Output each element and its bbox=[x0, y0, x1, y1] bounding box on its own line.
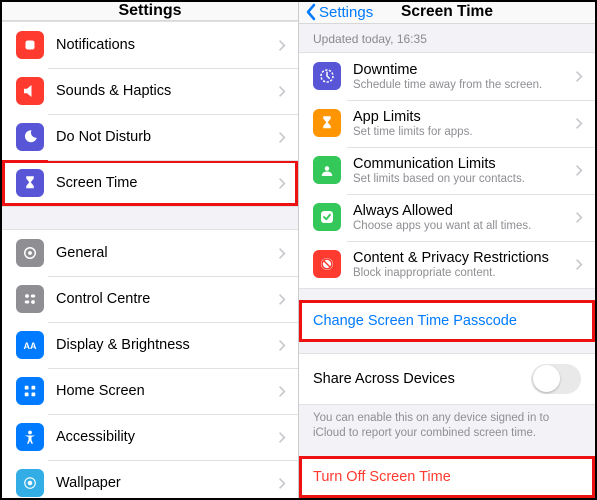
share-across-devices-label: Share Across Devices bbox=[313, 371, 531, 387]
hourglass-icon bbox=[16, 169, 44, 197]
notifications-icon bbox=[16, 31, 44, 59]
restrict-icon bbox=[313, 250, 341, 278]
screentime-row-content-privacy-restrictions[interactable]: Content & Privacy RestrictionsBlock inap… bbox=[299, 241, 595, 288]
share-across-devices-toggle[interactable] bbox=[531, 364, 581, 394]
settings-row-label: General bbox=[56, 245, 270, 261]
screentime-row-sub: Choose apps you want at all times. bbox=[353, 220, 567, 232]
share-across-devices-row: Share Across Devices bbox=[299, 353, 595, 405]
screentime-row-sub: Block inappropriate content. bbox=[353, 267, 567, 279]
screentime-row-sub: Schedule time away from the screen. bbox=[353, 79, 567, 91]
change-passcode-button[interactable]: Change Screen Time Passcode bbox=[299, 300, 595, 342]
settings-row-sounds-haptics[interactable]: Sounds & Haptics bbox=[2, 68, 298, 114]
screentime-row-always-allowed[interactable]: Always AllowedChoose apps you want at al… bbox=[299, 194, 595, 241]
screentime-row-label: Content & Privacy Restrictions bbox=[353, 250, 567, 266]
gear-icon bbox=[16, 239, 44, 267]
settings-row-home-screen[interactable]: Home Screen bbox=[2, 368, 298, 414]
screentime-row-label: App Limits bbox=[353, 109, 567, 125]
settings-row-label: Do Not Disturb bbox=[56, 129, 270, 145]
settings-row-label: Wallpaper bbox=[56, 475, 270, 491]
screentime-row-label: Downtime bbox=[353, 62, 567, 78]
screentime-row-sub: Set time limits for apps. bbox=[353, 126, 567, 138]
screentime-row-communication-limits[interactable]: Communication LimitsSet limits based on … bbox=[299, 147, 595, 194]
svg-text:AA: AA bbox=[24, 341, 37, 351]
settings-row-accessibility[interactable]: Accessibility bbox=[2, 414, 298, 460]
turn-off-label: Turn Off Screen Time bbox=[313, 469, 451, 485]
change-passcode-label: Change Screen Time Passcode bbox=[313, 313, 517, 329]
control-icon bbox=[16, 285, 44, 313]
back-label: Settings bbox=[319, 4, 373, 21]
settings-row-label: Display & Brightness bbox=[56, 337, 270, 353]
display-icon: AA bbox=[16, 331, 44, 359]
home-icon bbox=[16, 377, 44, 405]
accessibility-icon bbox=[16, 423, 44, 451]
screentime-row-app-limits[interactable]: App LimitsSet time limits for apps. bbox=[299, 100, 595, 147]
settings-row-label: Accessibility bbox=[56, 429, 270, 445]
turn-off-screen-time-button[interactable]: Turn Off Screen Time bbox=[299, 456, 595, 498]
settings-row-label: Screen Time bbox=[56, 175, 270, 191]
hourglass-icon bbox=[313, 109, 341, 137]
settings-row-general[interactable]: General bbox=[2, 230, 298, 276]
updated-timestamp: Updated today, 16:35 bbox=[299, 24, 595, 52]
downtime-icon bbox=[313, 62, 341, 90]
settings-row-do-not-disturb[interactable]: Do Not Disturb bbox=[2, 114, 298, 160]
settings-row-wallpaper[interactable]: Wallpaper bbox=[2, 460, 298, 498]
settings-row-display-brightness[interactable]: AA Display & Brightness bbox=[2, 322, 298, 368]
screentime-row-label: Communication Limits bbox=[353, 156, 567, 172]
allowed-icon bbox=[313, 203, 341, 231]
dnd-icon bbox=[16, 123, 44, 151]
commlimit-icon bbox=[313, 156, 341, 184]
page-title-screen-time: Screen Time bbox=[401, 3, 493, 21]
wallpaper-icon bbox=[16, 469, 44, 497]
sounds-icon bbox=[16, 77, 44, 105]
settings-row-control-centre[interactable]: Control Centre bbox=[2, 276, 298, 322]
page-title-settings: Settings bbox=[118, 2, 181, 20]
settings-row-label: Home Screen bbox=[56, 383, 270, 399]
back-button[interactable]: Settings bbox=[299, 3, 373, 21]
share-footer-note: You can enable this on any device signed… bbox=[299, 405, 595, 456]
screentime-row-label: Always Allowed bbox=[353, 203, 567, 219]
settings-row-label: Notifications bbox=[56, 37, 270, 53]
chevron-left-icon bbox=[305, 3, 317, 21]
settings-row-label: Control Centre bbox=[56, 291, 270, 307]
screentime-row-sub: Set limits based on your contacts. bbox=[353, 173, 567, 185]
settings-row-screen-time[interactable]: Screen Time bbox=[2, 160, 298, 206]
screentime-row-downtime[interactable]: DowntimeSchedule time away from the scre… bbox=[299, 53, 595, 100]
settings-row-notifications[interactable]: Notifications bbox=[2, 22, 298, 68]
settings-header: Settings bbox=[2, 2, 298, 21]
settings-row-label: Sounds & Haptics bbox=[56, 83, 270, 99]
nav-bar: Settings Screen Time bbox=[299, 2, 595, 24]
